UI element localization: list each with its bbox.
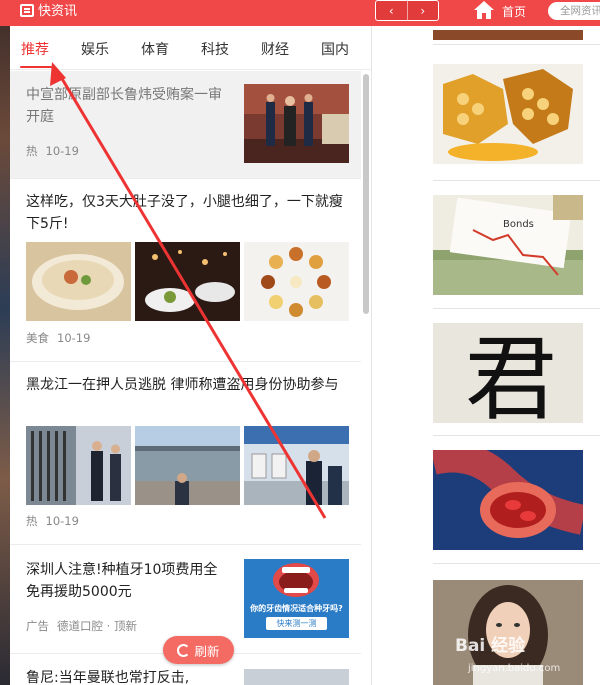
prison-gate-thumbnail[interactable] <box>26 426 131 505</box>
news-title[interactable]: 鲁尼:当年曼联也常打反击, <box>26 667 236 685</box>
news-meta: 热 10-19 <box>26 513 79 529</box>
dinner-thumbnail[interactable] <box>135 242 240 321</box>
artery-image[interactable] <box>433 450 583 550</box>
category-tabs: 推荐 娱乐 体育 科技 财经 国内 <box>10 26 371 70</box>
soup-thumbnail[interactable] <box>26 242 131 321</box>
ad-title[interactable]: 深圳人注意!种植牙10项费用全免再援助5000元 <box>26 559 226 603</box>
app-logo-icon <box>20 4 34 17</box>
dental-ad-thumbnail[interactable]: 你的牙齿情况适合种牙吗? 快来测一测 <box>244 559 349 638</box>
news-title[interactable]: 黑龙江一在押人员逃脱 律师称遭盗用身份协助参与 <box>26 374 356 396</box>
desktop-background <box>0 0 10 685</box>
ad-image-cta: 快来测一测 <box>266 617 327 630</box>
news-tag: 热 <box>26 514 38 528</box>
forward-arrow-icon[interactable]: › <box>406 1 439 20</box>
news-title[interactable]: 中宣部原副部长鲁炜受贿案一审开庭 <box>26 84 226 128</box>
feed-scrollbar[interactable] <box>363 74 369 314</box>
news-thumbnail[interactable] <box>244 669 349 685</box>
ad-tag: 广告 <box>26 619 49 633</box>
right-column <box>433 26 600 27</box>
panel-divider <box>371 26 372 685</box>
news-item[interactable]: 中宣部原副部长鲁炜受贿案一审开庭 热 10-19 <box>10 71 361 179</box>
news-item[interactable]: 黑龙江一在押人员逃脱 律师称遭盗用身份协助参与 热 10-19 <box>10 363 361 545</box>
home-icon[interactable] <box>473 0 495 20</box>
news-tag: 热 <box>26 144 38 158</box>
tab-entertainment[interactable]: 娱乐 <box>81 39 109 59</box>
top-bar: 快资讯 ‹ › 首页 全网资讯 <box>0 0 600 26</box>
news-item[interactable]: 这样吃，仅3天大肚子没了，小腿也细了，一下就瘦下5斤! 美食 10-19 <box>10 180 361 362</box>
baidu-watermark-url: jingyan.baidu.com <box>468 663 561 674</box>
corridor-thumbnail[interactable] <box>244 426 349 505</box>
news-meta: 热 10-19 <box>26 143 79 159</box>
tea-cups-thumbnail[interactable] <box>244 242 349 321</box>
news-title[interactable]: 这样吃，仅3天大肚子没了，小腿也细了，一下就瘦下5斤! <box>26 191 344 235</box>
history-nav: ‹ › <box>375 0 439 21</box>
search-input[interactable]: 全网资讯 <box>548 2 600 20</box>
ad-source: 德道口腔 · 顶新 <box>57 619 137 633</box>
separator <box>433 563 600 564</box>
right-thumb-partial[interactable] <box>433 30 583 40</box>
tab-domestic[interactable]: 国内 <box>321 39 349 59</box>
bonds-label: Bonds <box>503 219 534 230</box>
courtroom-thumbnail[interactable] <box>244 84 349 163</box>
tab-tech[interactable]: 科技 <box>201 39 229 59</box>
bonds-chart-image[interactable]: Bonds <box>433 195 583 295</box>
baidu-watermark: Bai 经验 <box>455 636 526 656</box>
refresh-label: 刷新 <box>194 643 220 659</box>
refresh-icon <box>177 643 191 657</box>
ad-image-text: 你的牙齿情况适合种牙吗? <box>250 604 343 613</box>
mouth-icon <box>273 563 319 597</box>
tab-recommend[interactable]: 推荐 <box>21 39 49 59</box>
news-feed-panel: 推荐 娱乐 体育 科技 财经 国内 中宣部原副部长鲁炜受贿案一审开庭 热 10-1… <box>10 26 371 685</box>
back-arrow-icon[interactable]: ‹ <box>376 1 407 20</box>
home-link[interactable]: 首页 <box>502 3 526 20</box>
news-date: 10-19 <box>45 514 79 528</box>
separator <box>433 44 600 45</box>
calligraphy-char: 君 <box>465 326 557 423</box>
separator <box>433 435 600 436</box>
app-title: 快资讯 <box>38 4 78 19</box>
honeycomb-image[interactable] <box>433 64 583 164</box>
refresh-button[interactable]: 刷新 <box>163 636 234 664</box>
active-tab-indicator <box>20 66 52 68</box>
news-date: 10-19 <box>57 331 91 345</box>
prison-wall-thumbnail[interactable] <box>135 426 240 505</box>
calligraphy-image[interactable]: 君 <box>433 323 583 423</box>
news-tag: 美食 <box>26 331 49 345</box>
ad-meta: 广告 德道口腔 · 顶新 <box>26 618 137 634</box>
tab-sports[interactable]: 体育 <box>141 39 169 59</box>
news-meta: 美食 10-19 <box>26 330 90 346</box>
separator <box>433 180 600 181</box>
separator <box>433 308 600 309</box>
news-date: 10-19 <box>45 144 79 158</box>
tab-finance[interactable]: 财经 <box>261 39 289 59</box>
